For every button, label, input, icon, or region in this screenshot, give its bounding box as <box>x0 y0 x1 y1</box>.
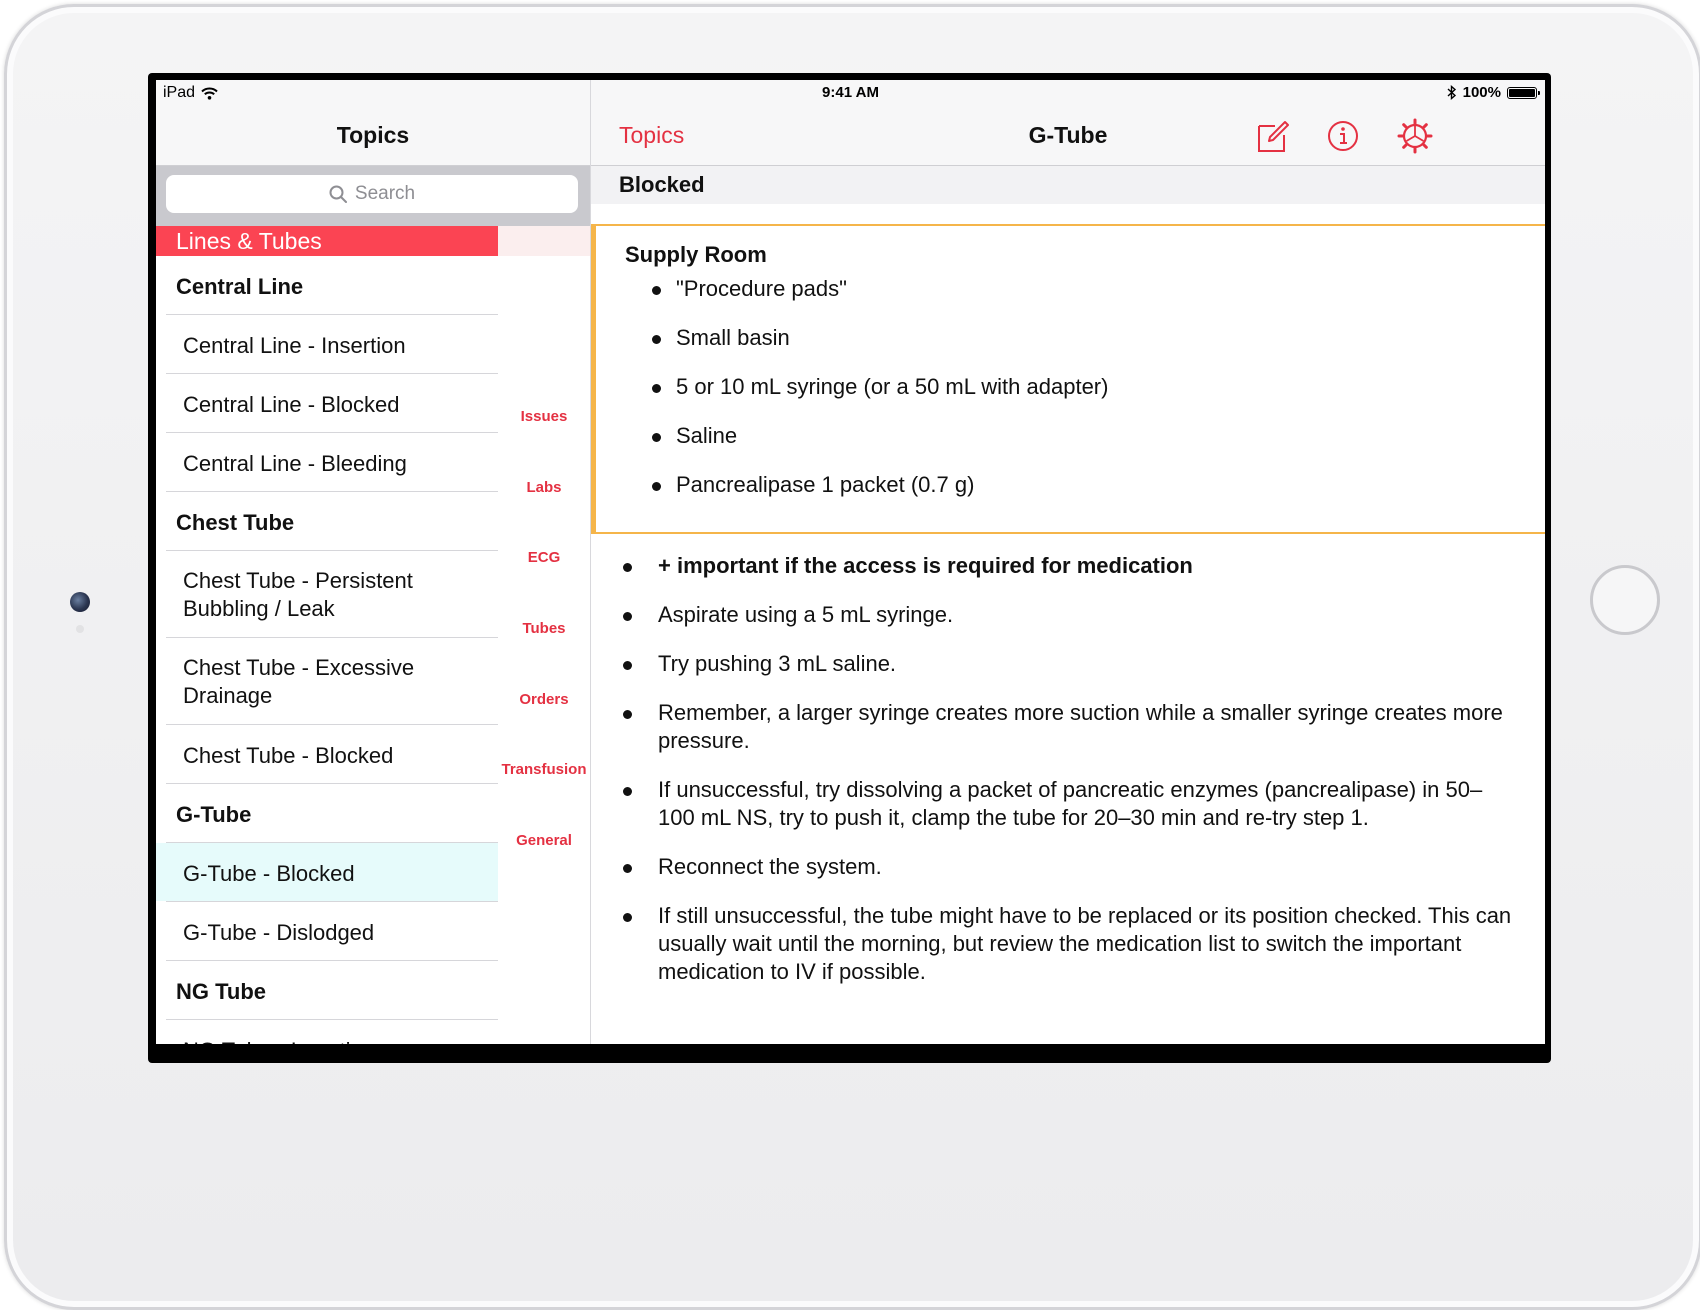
index-tubes[interactable]: Tubes <box>498 620 590 637</box>
master-title: Topics <box>336 122 410 148</box>
instruction-step: If unsuccessful, try dissolving a packet… <box>618 776 1518 832</box>
topic-row[interactable]: Chest Tube - Blocked <box>156 725 498 784</box>
topic-label: G-Tube <box>176 802 252 827</box>
supply-item: "Procedure pads" <box>644 276 1108 325</box>
search-placeholder: Search <box>354 183 416 204</box>
status-bar: iPad 9:41 AM 100% <box>156 80 1545 106</box>
index-orders[interactable]: Orders <box>498 691 590 708</box>
topic-label: Chest Tube - Excessive Drainage <box>183 655 415 708</box>
instruction-step: Try pushing 3 mL saline. <box>618 650 1518 678</box>
section-title-bar: Blocked <box>591 166 1545 204</box>
index-general[interactable]: General <box>498 832 590 849</box>
topic-label: Chest Tube - Persistent Bubbling / Leak <box>183 568 413 621</box>
section-header-tail <box>498 226 590 256</box>
search-icon <box>329 185 347 203</box>
front-camera <box>70 592 90 612</box>
instruction-step: Aspirate using a 5 mL syringe. <box>618 601 1518 629</box>
topic-group-row[interactable]: NG Tube <box>156 961 498 1020</box>
topic-label: Central Line - Bleeding <box>183 451 407 476</box>
search-area: Search <box>156 166 590 226</box>
info-icon[interactable] <box>1325 118 1361 154</box>
topic-row[interactable]: G-Tube - Dislodged <box>156 902 498 961</box>
instruction-step: + important if the access is required fo… <box>618 552 1518 580</box>
instruction-step: Remember, a larger syringe creates more … <box>618 699 1518 755</box>
app-display: iPad 9:41 AM 100% Topics Search Lines & … <box>156 80 1545 1044</box>
detail-pane: Topics G-Tube Blocked Supply Room "Proce… <box>591 80 1545 1044</box>
light-sensor <box>76 625 84 633</box>
topic-label: G-Tube - Blocked <box>183 861 355 886</box>
supply-title: Supply Room <box>625 242 767 267</box>
status-time: 9:41 AM <box>822 84 879 101</box>
topic-label: Central Line <box>176 274 304 299</box>
home-button[interactable] <box>1590 565 1660 635</box>
topic-group-row[interactable]: Chest Tube <box>156 492 498 551</box>
topic-group-row[interactable]: G-Tube <box>156 784 498 843</box>
topic-row[interactable]: Chest Tube - Excessive Drainage <box>156 638 498 725</box>
section-title: Blocked <box>619 172 705 197</box>
battery-level <box>1509 88 1535 97</box>
topic-label: NG Tube <box>176 979 267 1004</box>
index-labs[interactable]: Labs <box>498 479 590 496</box>
battery-icon <box>1507 86 1540 99</box>
instruction-step: If still unsuccessful, the tube might ha… <box>618 902 1518 986</box>
supply-list: "Procedure pads" Small basin 5 or 10 mL sy… <box>644 276 1108 521</box>
topic-row[interactable]: Central Line - Bleeding <box>156 433 498 492</box>
topic-row[interactable]: NG Tube - Insertion <box>156 1020 498 1044</box>
supply-room-callout: Supply Room "Procedure pads" Small basin 5… <box>591 224 1545 534</box>
supply-item: Pancrealipase 1 packet (0.7 g) <box>644 472 1108 521</box>
topic-label: NG Tube - Insertion <box>183 1037 498 1044</box>
topic-label: Central Line - Insertion <box>183 333 406 358</box>
index-issues[interactable]: Issues <box>498 408 590 425</box>
bluetooth-icon <box>1447 85 1456 100</box>
topic-row[interactable]: G-Tube - Blocked <box>156 843 498 902</box>
index-ecg[interactable]: ECG <box>498 549 590 566</box>
instruction-step: Reconnect the system. <box>618 853 1518 881</box>
topic-row[interactable]: Central Line - Blocked <box>156 374 498 433</box>
topic-row[interactable]: Chest Tube - Persistent Bubbling / Leak <box>156 551 498 638</box>
topic-row[interactable]: Central Line - Insertion <box>156 315 498 374</box>
supply-item: Small basin <box>644 325 1108 374</box>
instruction-list: + important if the access is required fo… <box>618 552 1518 1007</box>
supply-item: Saline <box>644 423 1108 472</box>
settings-gear-icon[interactable] <box>1397 118 1433 154</box>
topic-label: G-Tube - Dislodged <box>183 920 375 945</box>
master-pane: Topics Search Lines & Tubes Central Line… <box>156 80 591 1044</box>
topic-group-row[interactable]: Central Line <box>156 256 498 315</box>
supply-item: 5 or 10 mL syringe (or a 50 mL with adap… <box>644 374 1108 423</box>
compose-icon[interactable] <box>1255 118 1291 154</box>
battery-percent: 100% <box>1462 84 1501 101</box>
topic-list: Central Line Central Line - Insertion Cent… <box>156 256 498 1044</box>
topic-label: Chest Tube <box>176 510 295 535</box>
search-input[interactable]: Search <box>166 175 578 213</box>
topic-label: Chest Tube - Blocked <box>183 743 394 768</box>
index-transfusion[interactable]: Transfusion <box>498 761 590 778</box>
status-right: 100% <box>1447 84 1540 101</box>
topic-label: Central Line - Blocked <box>183 392 400 417</box>
section-header: Lines & Tubes <box>156 226 498 256</box>
